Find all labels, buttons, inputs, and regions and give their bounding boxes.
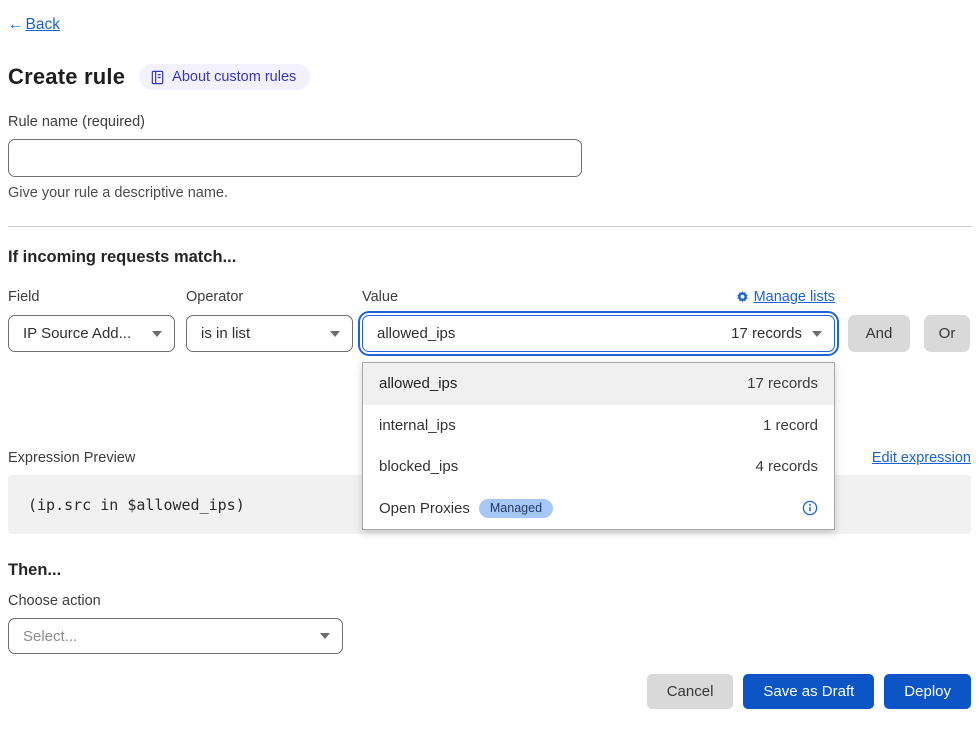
value-select[interactable]: allowed_ips 17 records [362, 315, 835, 352]
field-select[interactable]: IP Source Add... [8, 315, 175, 352]
back-link-label: Back [26, 16, 60, 34]
create-rule-page: ←Back Create rule About custom rules Rul… [0, 0, 979, 739]
and-button[interactable]: And [848, 315, 910, 352]
managed-badge: Managed [479, 499, 553, 518]
action-select[interactable]: Select... [8, 618, 343, 654]
value-select-value: allowed_ips [377, 325, 455, 342]
rule-name-helper: Give your rule a descriptive name. [8, 185, 971, 201]
chevron-down-icon [320, 633, 330, 639]
choose-action-label: Choose action [8, 593, 971, 609]
rule-name-input[interactable] [8, 139, 582, 177]
list-option-internal-ips[interactable]: internal_ips 1 record [363, 405, 834, 447]
page-title: Create rule [8, 64, 125, 90]
list-option-name: allowed_ips [379, 375, 457, 392]
list-option-meta: 1 record [763, 417, 818, 434]
save-as-draft-button[interactable]: Save as Draft [743, 674, 874, 709]
info-icon[interactable] [802, 500, 818, 516]
then-section-heading: Then... [8, 561, 971, 580]
footer-actions: Cancel Save as Draft Deploy [8, 674, 971, 709]
list-option-name: internal_ips [379, 417, 456, 434]
condition-row: Field IP Source Add... Operator is in li… [8, 288, 971, 352]
expression-preview-label: Expression Preview [8, 450, 135, 466]
list-option-blocked-ips[interactable]: blocked_ips 4 records [363, 446, 834, 488]
gear-icon [736, 291, 749, 304]
manage-lists-label: Manage lists [754, 289, 835, 305]
list-option-name: blocked_ips [379, 458, 458, 475]
section-divider [8, 226, 971, 227]
about-custom-rules-chip[interactable]: About custom rules [139, 64, 310, 90]
value-select-meta: 17 records [731, 325, 802, 342]
operator-select-value: is in list [201, 325, 250, 342]
action-select-placeholder: Select... [23, 628, 77, 645]
operator-label: Operator [186, 289, 243, 305]
manage-lists-link[interactable]: Manage lists [736, 289, 835, 305]
page-header: Create rule About custom rules [8, 64, 971, 90]
list-option-meta: 4 records [755, 458, 818, 475]
book-icon [150, 70, 165, 85]
edit-expression-link[interactable]: Edit expression [872, 450, 971, 466]
field-select-value: IP Source Add... [23, 325, 131, 342]
lists-dropdown: allowed_ips 17 records internal_ips 1 re… [362, 362, 835, 530]
arrow-left-icon: ← [8, 16, 24, 34]
or-button[interactable]: Or [924, 315, 970, 352]
about-chip-label: About custom rules [172, 69, 296, 85]
field-label: Field [8, 289, 39, 305]
chevron-down-icon [152, 331, 162, 337]
value-label: Value [362, 289, 398, 305]
list-option-allowed-ips[interactable]: allowed_ips 17 records [363, 363, 834, 405]
list-option-name: Open Proxies [379, 500, 470, 517]
operator-select[interactable]: is in list [186, 315, 353, 352]
back-link[interactable]: ←Back [8, 16, 60, 34]
list-option-open-proxies[interactable]: Open Proxies Managed [363, 488, 834, 530]
deploy-button[interactable]: Deploy [884, 674, 971, 709]
match-section-heading: If incoming requests match... [8, 248, 971, 267]
expression-code: (ip.src in $allowed_ips) [28, 496, 245, 514]
rule-name-label: Rule name (required) [8, 114, 971, 130]
chevron-down-icon [330, 331, 340, 337]
cancel-button[interactable]: Cancel [647, 674, 734, 709]
chevron-down-icon [812, 331, 822, 337]
list-option-meta: 17 records [747, 375, 818, 392]
